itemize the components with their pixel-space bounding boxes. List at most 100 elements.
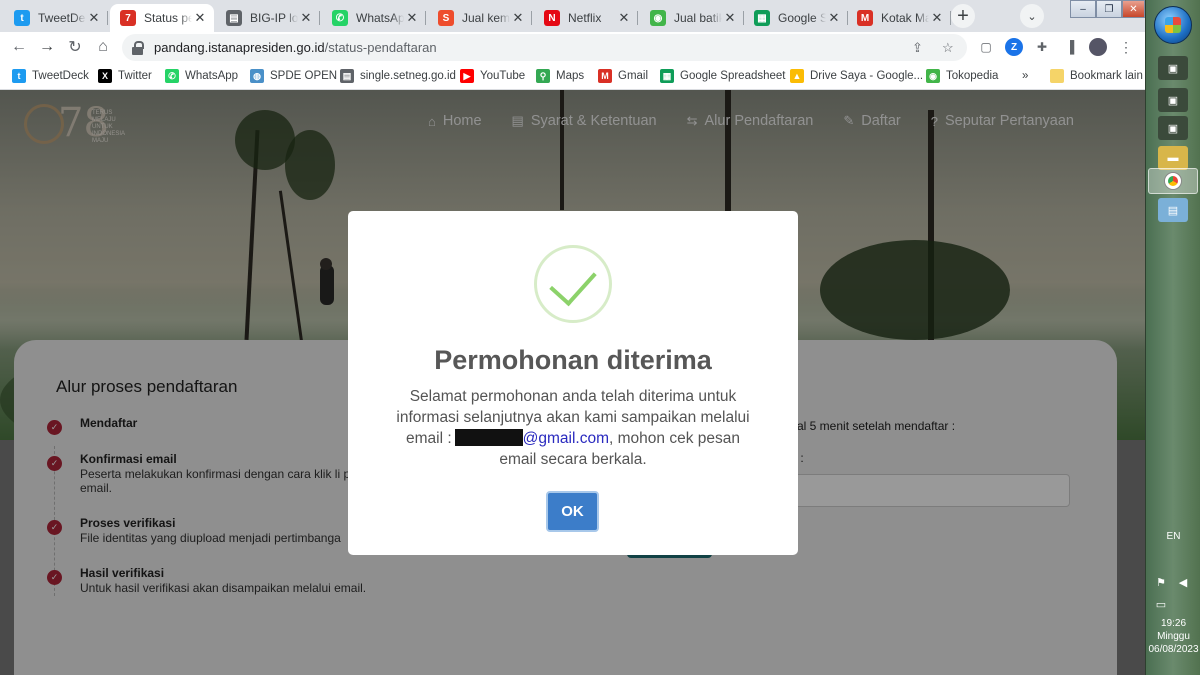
- tab[interactable]: 7 Status pendaftaran✕: [110, 4, 214, 32]
- bookmark-label: TweetDeck: [32, 70, 89, 82]
- folder-icon: [1050, 69, 1064, 83]
- extension-z-icon[interactable]: Z: [1005, 38, 1023, 56]
- notepad-icon[interactable]: ▤: [1158, 198, 1188, 222]
- tab[interactable]: ✆ WhatsApp✕: [322, 4, 426, 32]
- tab[interactable]: N Netflix ✕: [534, 4, 638, 32]
- new-tab-button[interactable]: +: [951, 4, 975, 28]
- close-icon[interactable]: ✕: [86, 10, 102, 26]
- volume-icon[interactable]: ◀: [1176, 576, 1190, 590]
- bookmark-label: single.setneg.go.id: [360, 70, 456, 82]
- bookmark-item[interactable]: ▲ Drive Saya - Google...: [790, 67, 923, 85]
- gmail-icon: M: [857, 10, 873, 26]
- address-bar[interactable]: pandang.istanapresiden.go.id/status-pend…: [122, 34, 967, 61]
- extension-chat-icon[interactable]: ▢: [977, 38, 995, 56]
- close-icon[interactable]: ✕: [298, 10, 314, 26]
- dialog-title: Permohonan diterima: [434, 345, 712, 375]
- netflix-icon: N: [544, 10, 560, 26]
- start-button[interactable]: [1154, 6, 1192, 44]
- tab-title: WhatsApp: [356, 11, 404, 25]
- ok-button[interactable]: OK: [546, 491, 599, 532]
- tab[interactable]: ▤ BIG-IP logout page✕: [216, 4, 320, 32]
- sheets-icon: ▦: [660, 69, 674, 83]
- page-icon: ▤: [340, 69, 354, 83]
- reload-button[interactable]: ↻: [64, 36, 86, 58]
- youtube-icon: ▶: [460, 69, 474, 83]
- bookmarks-bar: t TweetDeck X Twitter ✆ WhatsApp ◍ SPDE OPEN ▤ si…: [0, 62, 1145, 90]
- bookmark-item[interactable]: ◍ SPDE OPEN: [250, 67, 337, 85]
- close-icon[interactable]: ✕: [616, 10, 632, 26]
- folder-icon[interactable]: ▬: [1158, 146, 1188, 170]
- close-icon[interactable]: ✕: [510, 10, 526, 26]
- redacted-email: [454, 429, 523, 446]
- bookmark-item[interactable]: M Gmail: [598, 67, 648, 85]
- home-button[interactable]: ⌂: [92, 36, 114, 58]
- chrome-icon[interactable]: [1148, 168, 1198, 194]
- bookmark-item[interactable]: t TweetDeck: [12, 67, 89, 85]
- gmail-icon: M: [598, 69, 612, 83]
- clock-day: Minggu: [1157, 631, 1190, 642]
- home-icon: ⌂: [98, 38, 108, 55]
- bookmark-label: Google Spreadsheet: [680, 70, 786, 82]
- lock-icon: [132, 40, 144, 55]
- dialog-message: Selamat permohonan anda telah diterima u…: [388, 386, 758, 470]
- twitter-icon: t: [12, 69, 26, 83]
- bookmark-label: Maps: [556, 70, 585, 82]
- bookmark-label: Drive Saya - Google...: [810, 70, 924, 82]
- network-icon[interactable]: ▭: [1154, 598, 1168, 612]
- bookmark-label: Tokopedia: [946, 70, 999, 82]
- tab[interactable]: t TweetDeck✕: [4, 4, 108, 32]
- arrow-right-icon: →: [39, 38, 55, 55]
- taskbar-app-icon[interactable]: ▣: [1158, 116, 1188, 140]
- tokopedia-icon: ◉: [926, 69, 940, 83]
- tab[interactable]: S Jual kemeja✕: [428, 4, 532, 32]
- avatar[interactable]: [1089, 38, 1107, 56]
- bookmark-item[interactable]: ⚲ Maps: [536, 67, 584, 85]
- tab-title: TweetDeck: [38, 11, 86, 25]
- close-icon[interactable]: ✕: [826, 10, 842, 26]
- forward-button[interactable]: →: [36, 36, 58, 58]
- tab-title: Kotak Masuk: [881, 11, 929, 25]
- tab[interactable]: M Kotak Masuk✕: [847, 4, 951, 32]
- taskbar-app-icon[interactable]: ▣: [1158, 88, 1188, 112]
- bookmark-item[interactable]: ▦ Google Spreadsheet: [660, 67, 786, 85]
- web-page: 78 TERUS MELAJU UNTUK INDONESIA MAJU ⌂ Ho…: [0, 90, 1145, 675]
- tab-separator: [637, 11, 638, 25]
- tab-separator: [425, 11, 426, 25]
- close-icon[interactable]: ✕: [192, 10, 208, 26]
- drive-icon: ▲: [790, 69, 804, 83]
- shopee-icon: S: [438, 10, 454, 26]
- sidepanel-icon[interactable]: ▐: [1061, 38, 1079, 56]
- close-icon[interactable]: ✕: [404, 10, 420, 26]
- close-icon[interactable]: ✕: [929, 10, 945, 26]
- tab-separator: [531, 11, 532, 25]
- language-indicator[interactable]: EN: [1146, 531, 1200, 542]
- minimize-button[interactable]: –: [1070, 0, 1096, 18]
- other-bookmarks-folder[interactable]: Bookmark lain: [1050, 67, 1143, 85]
- maximize-button[interactable]: ❐: [1096, 0, 1122, 18]
- tab-search-button[interactable]: ⌄: [1020, 4, 1044, 28]
- share-icon[interactable]: ⇪: [912, 40, 923, 56]
- whatsapp-icon: ✆: [165, 69, 179, 83]
- menu-icon[interactable]: ⋮: [1117, 38, 1135, 56]
- puzzle-icon[interactable]: ✚: [1033, 38, 1051, 56]
- close-window-button[interactable]: ✕: [1122, 0, 1145, 18]
- x-icon: X: [98, 69, 112, 83]
- flag-icon[interactable]: ⚑: [1154, 576, 1168, 590]
- tab[interactable]: ◉ Jual batik ✕: [640, 4, 744, 32]
- bookmark-label: SPDE OPEN: [270, 70, 338, 82]
- system-clock[interactable]: 19:26 Minggu 06/08/2023: [1146, 617, 1200, 656]
- bookmark-item[interactable]: ◉ Tokopedia: [926, 67, 998, 85]
- bookmark-label: Bookmark lain: [1070, 70, 1143, 82]
- close-icon[interactable]: ✕: [722, 10, 738, 26]
- whatsapp-icon: ✆: [332, 10, 348, 26]
- star-icon[interactable]: ☆: [942, 40, 954, 56]
- more-bookmarks-button[interactable]: »: [1022, 67, 1028, 85]
- back-button[interactable]: ←: [8, 36, 30, 58]
- bookmark-item[interactable]: X Twitter: [98, 67, 152, 85]
- taskbar-app-icon[interactable]: ▣: [1158, 56, 1188, 80]
- clock-date: 06/08/2023: [1148, 644, 1199, 655]
- bookmark-item[interactable]: ▶ YouTube: [460, 67, 525, 85]
- bookmark-item[interactable]: ✆ WhatsApp: [165, 67, 238, 85]
- bookmark-item[interactable]: ▤ single.setneg.go.id: [340, 67, 456, 85]
- tab[interactable]: ▦ Google Spreadsheet✕: [744, 4, 848, 32]
